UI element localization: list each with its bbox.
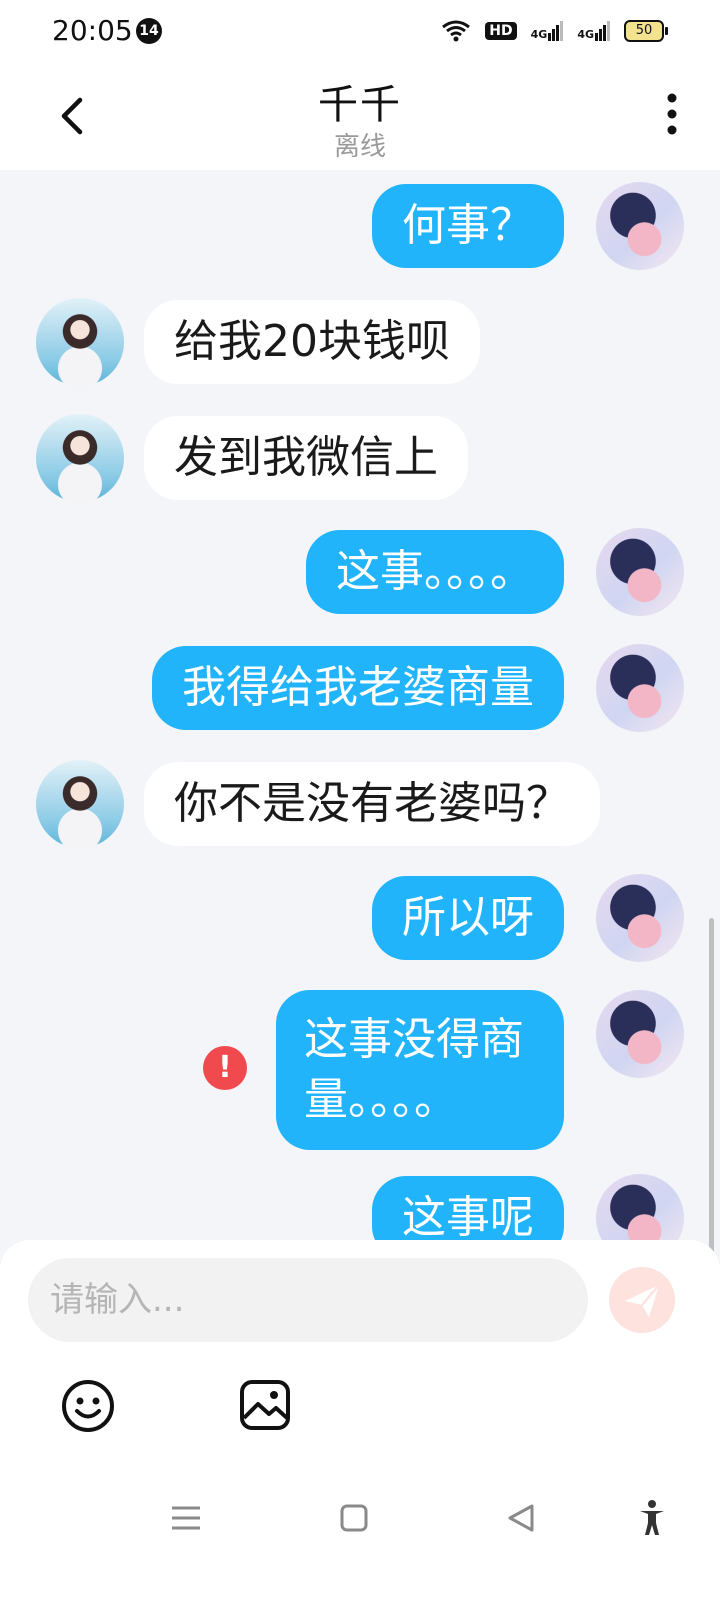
message-row-received: 你不是没有老婆吗？ <box>0 760 720 848</box>
smiley-icon <box>62 1380 114 1432</box>
emoji-button[interactable] <box>60 1378 116 1434</box>
send-button[interactable] <box>609 1267 675 1333</box>
network-type-label: 4G <box>530 28 548 41</box>
status-icons: HD 4G 4G 50 <box>441 16 668 46</box>
contact-avatar[interactable] <box>36 298 124 386</box>
menu-nav-button[interactable] <box>166 1498 206 1538</box>
message-row-sent: 何事？ <box>0 182 720 270</box>
more-vertical-icon <box>667 93 677 135</box>
my-avatar[interactable] <box>596 182 684 270</box>
menu-icon <box>172 1506 200 1530</box>
my-avatar[interactable] <box>596 990 684 1078</box>
message-bubble-sent[interactable]: 所以呀 <box>372 876 564 960</box>
message-row-sent: 这事。。。。 <box>0 528 720 616</box>
message-input[interactable] <box>28 1258 588 1342</box>
signal-icon-sim2: 4G <box>577 21 610 41</box>
send-failed-icon[interactable]: ! <box>203 1046 247 1090</box>
message-bubble-sent[interactable]: 何事？ <box>372 184 564 268</box>
contact-name: 千千 <box>318 82 402 128</box>
my-avatar[interactable] <box>596 528 684 616</box>
message-bubble-received[interactable]: 发到我微信上 <box>144 416 468 500</box>
my-avatar[interactable] <box>596 644 684 732</box>
message-row-sent-failed: ! 这事没得商量。。。。 <box>0 990 720 1150</box>
network-type-label: 4G <box>577 28 594 41</box>
status-bar: 20:05 14 HD 4G 4G 50 <box>0 0 720 62</box>
signal-icon-sim1: 4G <box>531 21 564 41</box>
message-bubble-sent[interactable]: 这事没得商量。。。。 <box>276 990 564 1150</box>
message-bubble-sent[interactable]: 我得给我老婆商量 <box>152 646 564 730</box>
message-row-sent: 所以呀 <box>0 874 720 962</box>
send-icon <box>625 1284 660 1317</box>
square-icon <box>340 1504 368 1532</box>
home-nav-button[interactable] <box>334 1498 374 1538</box>
my-avatar[interactable] <box>596 874 684 962</box>
message-row-received: 发到我微信上 <box>0 414 720 502</box>
scrollbar[interactable] <box>709 918 714 1262</box>
message-row-received: 给我20块钱呗 <box>0 298 720 386</box>
more-options-button[interactable] <box>660 92 684 140</box>
message-list[interactable]: 何事？ 给我20块钱呗 发到我微信上 这事。。。。 我得给我老婆商量 你不是没有… <box>0 170 720 1262</box>
battery-icon: 50 <box>624 20 668 42</box>
accessibility-icon <box>640 1500 664 1535</box>
message-row-sent: 我得给我老婆商量 <box>0 644 720 732</box>
hd-voice-icon: HD <box>485 22 517 40</box>
system-nav-bar <box>0 1490 720 1550</box>
status-time: 20:05 <box>52 14 133 47</box>
back-nav-button[interactable] <box>502 1498 542 1538</box>
chat-header: 千千 离线 <box>0 62 720 170</box>
accessibility-button[interactable] <box>632 1498 672 1538</box>
notification-badge: 14 <box>136 18 162 44</box>
wifi-icon <box>442 20 471 42</box>
image-button[interactable] <box>238 1378 292 1432</box>
message-bubble-received[interactable]: 你不是没有老婆吗？ <box>144 762 600 846</box>
image-icon <box>240 1380 290 1430</box>
contact-avatar[interactable] <box>36 414 124 502</box>
message-bubble-sent[interactable]: 这事。。。。 <box>306 530 564 614</box>
triangle-back-icon <box>508 1504 534 1532</box>
message-bubble-received[interactable]: 给我20块钱呗 <box>144 300 480 384</box>
contact-status: 离线 <box>333 132 386 162</box>
contact-avatar[interactable] <box>36 760 124 848</box>
